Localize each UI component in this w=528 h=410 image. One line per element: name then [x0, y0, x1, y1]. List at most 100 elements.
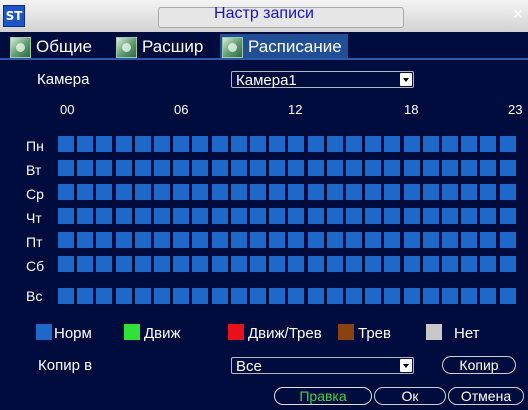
edit-button[interactable]: Правка — [274, 387, 372, 405]
tab-schedule[interactable]: Расписание — [220, 34, 348, 60]
schedule-cell[interactable] — [288, 256, 304, 272]
schedule-cell[interactable] — [173, 256, 189, 272]
schedule-cell[interactable] — [384, 160, 400, 176]
close-icon[interactable]: × — [510, 4, 526, 24]
schedule-cell[interactable] — [442, 136, 458, 152]
schedule-cell[interactable] — [327, 288, 343, 304]
schedule-cell[interactable] — [384, 232, 400, 248]
schedule-cell[interactable] — [154, 288, 170, 304]
schedule-cell[interactable] — [500, 256, 516, 272]
schedule-cell[interactable] — [423, 136, 439, 152]
schedule-cell[interactable] — [461, 256, 477, 272]
schedule-cell[interactable] — [77, 184, 93, 200]
tab-general[interactable]: Общие — [8, 34, 92, 60]
schedule-cell[interactable] — [404, 160, 420, 176]
schedule-cell[interactable] — [500, 288, 516, 304]
schedule-cell[interactable] — [116, 256, 132, 272]
schedule-cell[interactable] — [308, 136, 324, 152]
schedule-cell[interactable] — [308, 184, 324, 200]
schedule-cell[interactable] — [327, 184, 343, 200]
schedule-cell[interactable] — [346, 184, 362, 200]
schedule-cell[interactable] — [288, 184, 304, 200]
schedule-cell[interactable] — [250, 184, 266, 200]
schedule-cell[interactable] — [212, 136, 228, 152]
schedule-cell[interactable] — [116, 160, 132, 176]
schedule-cell[interactable] — [231, 288, 247, 304]
schedule-cell[interactable] — [365, 184, 381, 200]
schedule-cell[interactable] — [173, 160, 189, 176]
schedule-cell[interactable] — [423, 160, 439, 176]
schedule-cell[interactable] — [461, 160, 477, 176]
schedule-cell[interactable] — [96, 160, 112, 176]
schedule-cell[interactable] — [404, 256, 420, 272]
schedule-cell[interactable] — [212, 184, 228, 200]
schedule-cell[interactable] — [480, 288, 496, 304]
schedule-cell[interactable] — [58, 256, 74, 272]
schedule-cell[interactable] — [135, 232, 151, 248]
schedule-cell[interactable] — [192, 232, 208, 248]
schedule-cell[interactable] — [116, 208, 132, 224]
schedule-cell[interactable] — [442, 184, 458, 200]
schedule-cell[interactable] — [154, 136, 170, 152]
schedule-cell[interactable] — [77, 208, 93, 224]
schedule-cell[interactable] — [192, 208, 208, 224]
schedule-cell[interactable] — [269, 136, 285, 152]
schedule-cell[interactable] — [288, 232, 304, 248]
schedule-cell[interactable] — [480, 136, 496, 152]
schedule-cell[interactable] — [154, 256, 170, 272]
schedule-cell[interactable] — [480, 232, 496, 248]
schedule-cell[interactable] — [423, 208, 439, 224]
schedule-cell[interactable] — [116, 184, 132, 200]
schedule-cell[interactable] — [154, 232, 170, 248]
schedule-cell[interactable] — [327, 256, 343, 272]
schedule-cell[interactable] — [77, 256, 93, 272]
schedule-cell[interactable] — [135, 256, 151, 272]
schedule-cell[interactable] — [77, 136, 93, 152]
schedule-cell[interactable] — [231, 208, 247, 224]
tab-advanced[interactable]: Расшир — [114, 34, 203, 60]
cancel-button[interactable]: Отмена — [448, 387, 524, 405]
schedule-cell[interactable] — [154, 184, 170, 200]
schedule-cell[interactable] — [269, 208, 285, 224]
schedule-cell[interactable] — [404, 184, 420, 200]
schedule-cell[interactable] — [96, 184, 112, 200]
schedule-cell[interactable] — [442, 256, 458, 272]
schedule-cell[interactable] — [192, 256, 208, 272]
schedule-cell[interactable] — [461, 288, 477, 304]
schedule-cell[interactable] — [365, 288, 381, 304]
schedule-cell[interactable] — [384, 256, 400, 272]
schedule-cell[interactable] — [173, 136, 189, 152]
schedule-cell[interactable] — [212, 256, 228, 272]
schedule-cell[interactable] — [404, 136, 420, 152]
copy-to-select[interactable]: Все — [231, 357, 414, 375]
schedule-cell[interactable] — [212, 208, 228, 224]
schedule-cell[interactable] — [442, 208, 458, 224]
schedule-cell[interactable] — [461, 208, 477, 224]
schedule-cell[interactable] — [346, 208, 362, 224]
schedule-cell[interactable] — [192, 136, 208, 152]
schedule-cell[interactable] — [480, 160, 496, 176]
schedule-cell[interactable] — [404, 208, 420, 224]
schedule-cell[interactable] — [250, 288, 266, 304]
schedule-cell[interactable] — [173, 208, 189, 224]
schedule-cell[interactable] — [77, 288, 93, 304]
schedule-cell[interactable] — [442, 160, 458, 176]
schedule-cell[interactable] — [327, 208, 343, 224]
schedule-cell[interactable] — [308, 288, 324, 304]
schedule-cell[interactable] — [173, 232, 189, 248]
schedule-cell[interactable] — [173, 288, 189, 304]
schedule-cell[interactable] — [96, 256, 112, 272]
schedule-cell[interactable] — [58, 160, 74, 176]
schedule-cell[interactable] — [288, 160, 304, 176]
schedule-cell[interactable] — [308, 232, 324, 248]
schedule-cell[interactable] — [250, 136, 266, 152]
schedule-cell[interactable] — [77, 160, 93, 176]
schedule-cell[interactable] — [423, 288, 439, 304]
camera-select[interactable]: Камера1 — [231, 71, 414, 89]
schedule-cell[interactable] — [308, 256, 324, 272]
schedule-cell[interactable] — [231, 160, 247, 176]
schedule-cell[interactable] — [269, 256, 285, 272]
schedule-cell[interactable] — [365, 232, 381, 248]
schedule-cell[interactable] — [269, 232, 285, 248]
schedule-cell[interactable] — [212, 160, 228, 176]
